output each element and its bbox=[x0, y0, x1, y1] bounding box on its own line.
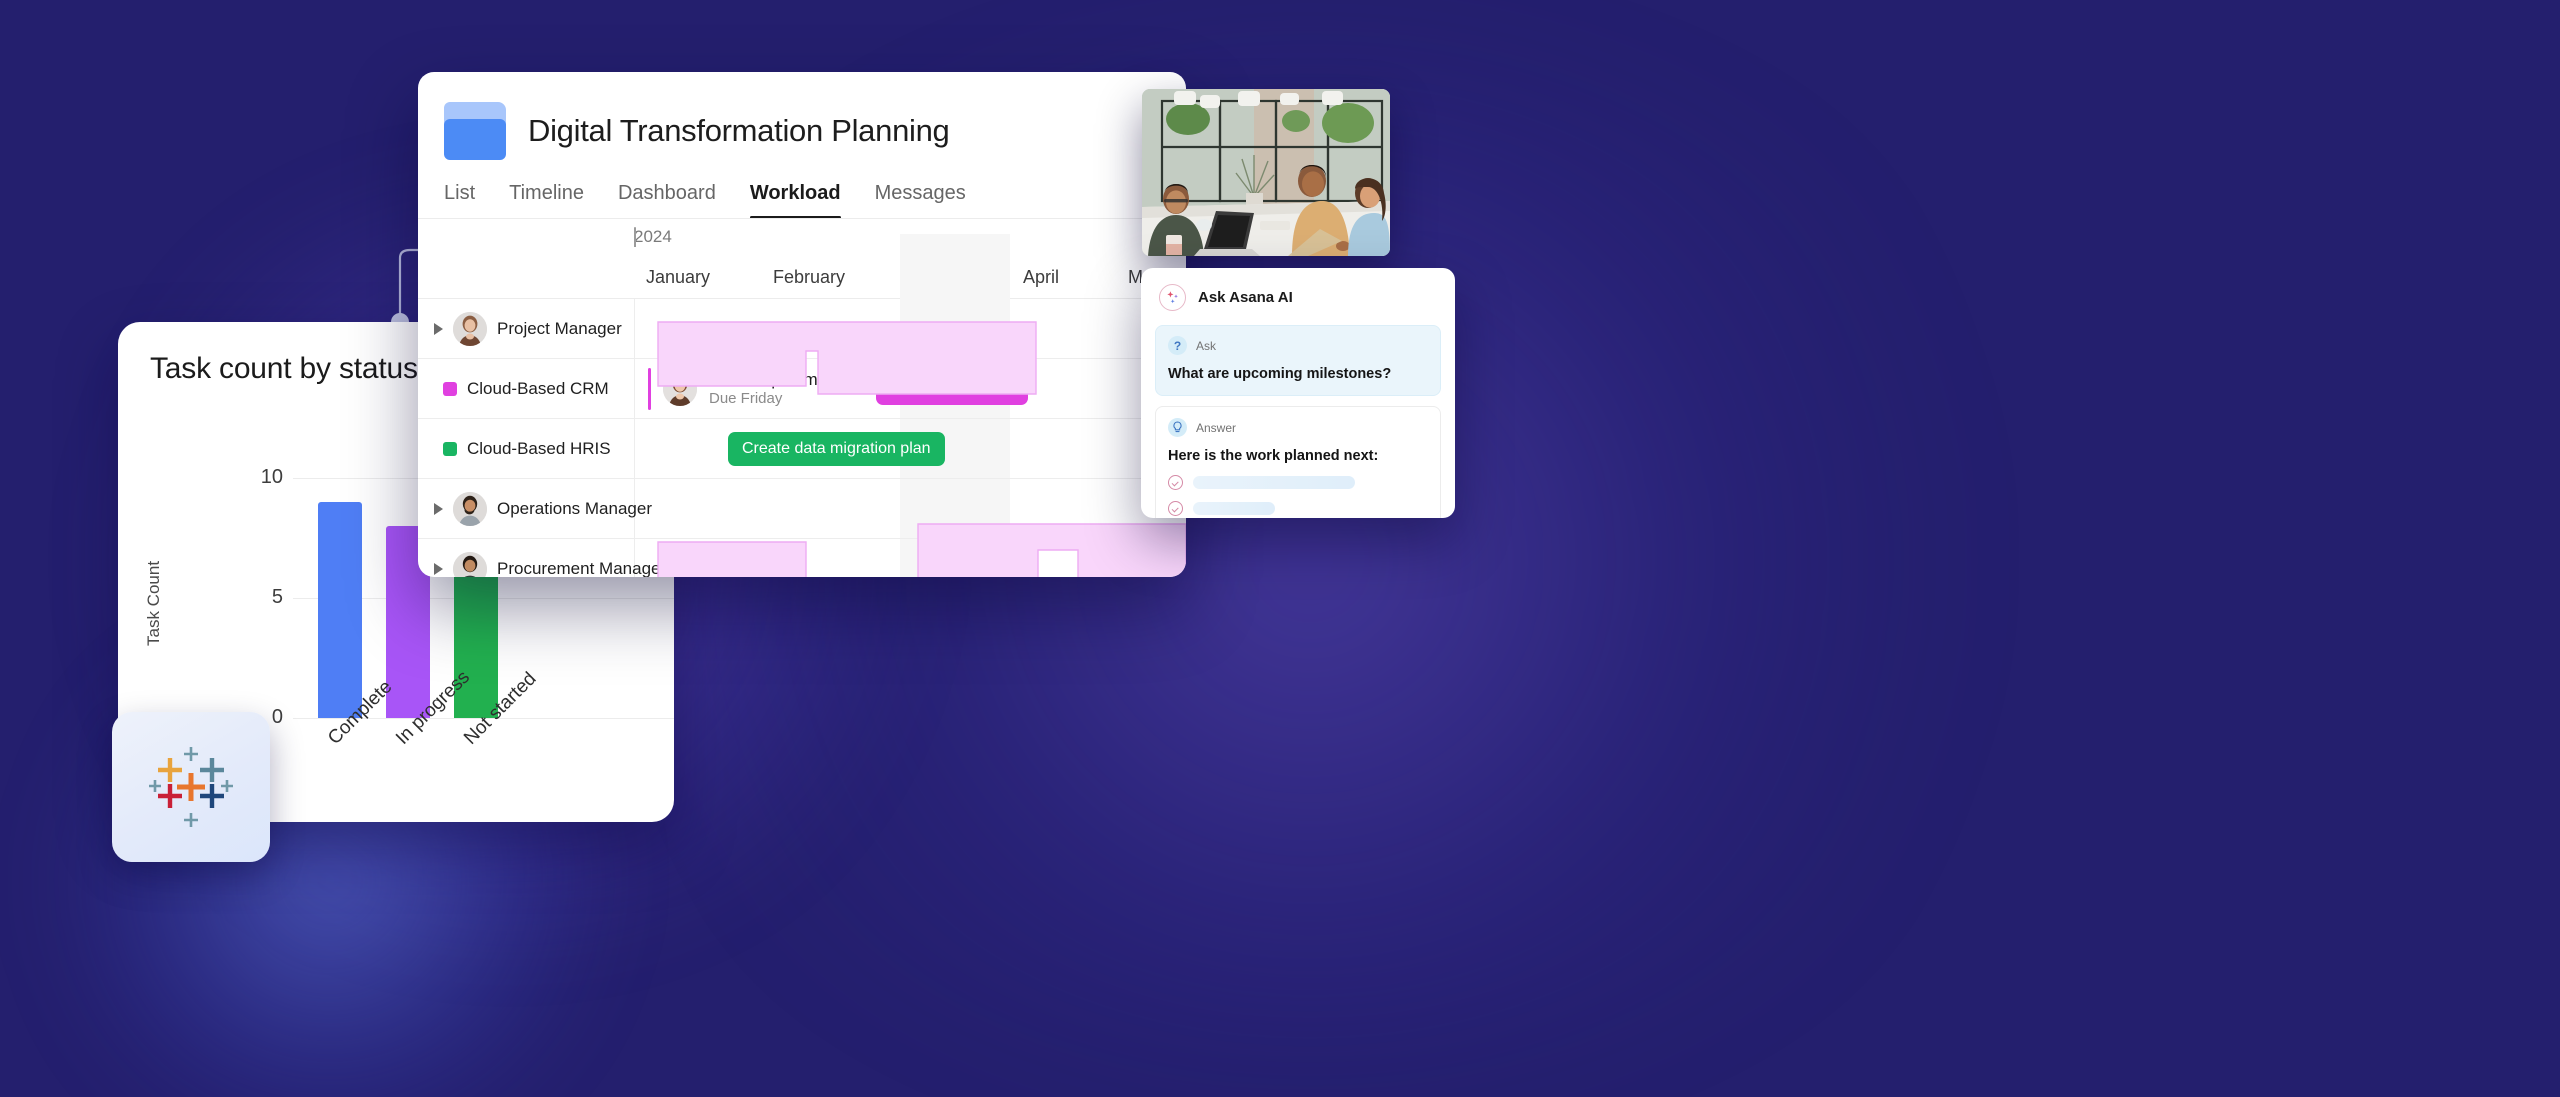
ai-answer-text: Here is the work planned next: bbox=[1168, 448, 1379, 464]
timeline-year: 2024 bbox=[634, 227, 672, 246]
row-label: Cloud-Based HRIS bbox=[467, 438, 611, 458]
tableau-logo-icon bbox=[149, 747, 233, 827]
table-row[interactable]: Cloud-Based HRIS Create data migration p… bbox=[418, 419, 1186, 479]
month-march: March bbox=[908, 267, 959, 287]
list-item bbox=[1168, 501, 1428, 516]
list-item bbox=[1168, 475, 1428, 490]
ai-panel-header: Ask Asana AI bbox=[1141, 268, 1455, 311]
ask-asana-ai-panel: Ask Asana AI ? Ask What are upcoming mil… bbox=[1141, 268, 1455, 518]
page-title: Digital Transformation Planning bbox=[528, 113, 950, 148]
ask-label: Ask bbox=[1196, 338, 1217, 353]
expand-caret-icon[interactable] bbox=[434, 502, 443, 515]
folder-icon bbox=[444, 102, 506, 160]
project-color-swatch bbox=[443, 381, 457, 396]
bar-complete bbox=[318, 502, 362, 718]
expand-caret-icon[interactable] bbox=[434, 322, 443, 335]
tab-workload[interactable]: Workload bbox=[749, 182, 841, 219]
table-row[interactable]: Cloud-Based CRM Draft requirements docum… bbox=[418, 359, 1186, 419]
row-label: Procurement Manager bbox=[497, 558, 667, 578]
ai-answer-block: Answer Here is the work planned next: bbox=[1155, 406, 1441, 518]
avatar bbox=[453, 491, 487, 526]
tableau-logo-tile bbox=[112, 712, 270, 862]
tab-list[interactable]: List bbox=[444, 182, 475, 219]
team-photo bbox=[1142, 89, 1390, 256]
month-april: April bbox=[1023, 267, 1060, 287]
workload-rows: Project Manager Cloud-Based CRM Draft re… bbox=[418, 299, 1186, 577]
ai-ask-block: ? Ask What are upcoming milestones? bbox=[1155, 325, 1441, 396]
ai-question-text: What are upcoming milestones? bbox=[1168, 366, 1392, 382]
ytick-10: 10 bbox=[260, 466, 283, 488]
row-label: Project Manager bbox=[497, 318, 622, 338]
table-row[interactable]: Project Manager bbox=[418, 299, 1186, 359]
row-label: Cloud-Based CRM bbox=[467, 378, 609, 398]
pill-evaluate-vendors[interactable]: Evaluate vendors bbox=[876, 373, 1028, 405]
lightbulb-icon bbox=[1168, 418, 1187, 437]
timeline-year-bar: 2024 bbox=[418, 219, 1186, 261]
tab-messages[interactable]: Messages bbox=[875, 182, 966, 219]
row-label: Operations Manager bbox=[497, 498, 652, 518]
project-header: Digital Transformation Planning bbox=[418, 72, 1186, 160]
year-tick-mark bbox=[634, 227, 636, 247]
ytick-5: 5 bbox=[271, 586, 283, 608]
avatar bbox=[453, 311, 487, 346]
question-mark-icon: ? bbox=[1168, 336, 1187, 355]
expand-caret-icon[interactable] bbox=[434, 562, 443, 575]
y-axis-label: Task Count bbox=[144, 560, 163, 646]
task-accent-bar bbox=[648, 367, 651, 410]
timeline-month-header: January February March April May bbox=[418, 261, 1186, 299]
avatar bbox=[453, 551, 487, 577]
check-circle-icon bbox=[1168, 501, 1183, 516]
ai-panel-title: Ask Asana AI bbox=[1198, 289, 1293, 306]
answer-label: Answer bbox=[1196, 420, 1237, 435]
asana-ai-sparkle-icon bbox=[1159, 284, 1186, 311]
check-circle-icon bbox=[1168, 475, 1183, 490]
avatar bbox=[663, 371, 697, 406]
project-window: Digital Transformation Planning List Tim… bbox=[418, 72, 1186, 577]
table-row[interactable]: Procurement Manager bbox=[418, 539, 1186, 577]
month-february: February bbox=[773, 267, 846, 287]
tab-timeline[interactable]: Timeline bbox=[509, 182, 584, 219]
pill-create-data-migration-plan[interactable]: Create data migration plan bbox=[728, 432, 945, 466]
project-tabs: List Timeline Dashboard Workload Message… bbox=[418, 160, 1186, 219]
team-photo-illustration bbox=[1142, 89, 1390, 256]
month-january: January bbox=[646, 267, 711, 287]
table-row[interactable]: Operations Manager bbox=[418, 479, 1186, 539]
project-color-swatch bbox=[443, 441, 457, 456]
chart-title: Task count by status bbox=[150, 352, 418, 385]
tab-dashboard[interactable]: Dashboard bbox=[618, 182, 716, 219]
